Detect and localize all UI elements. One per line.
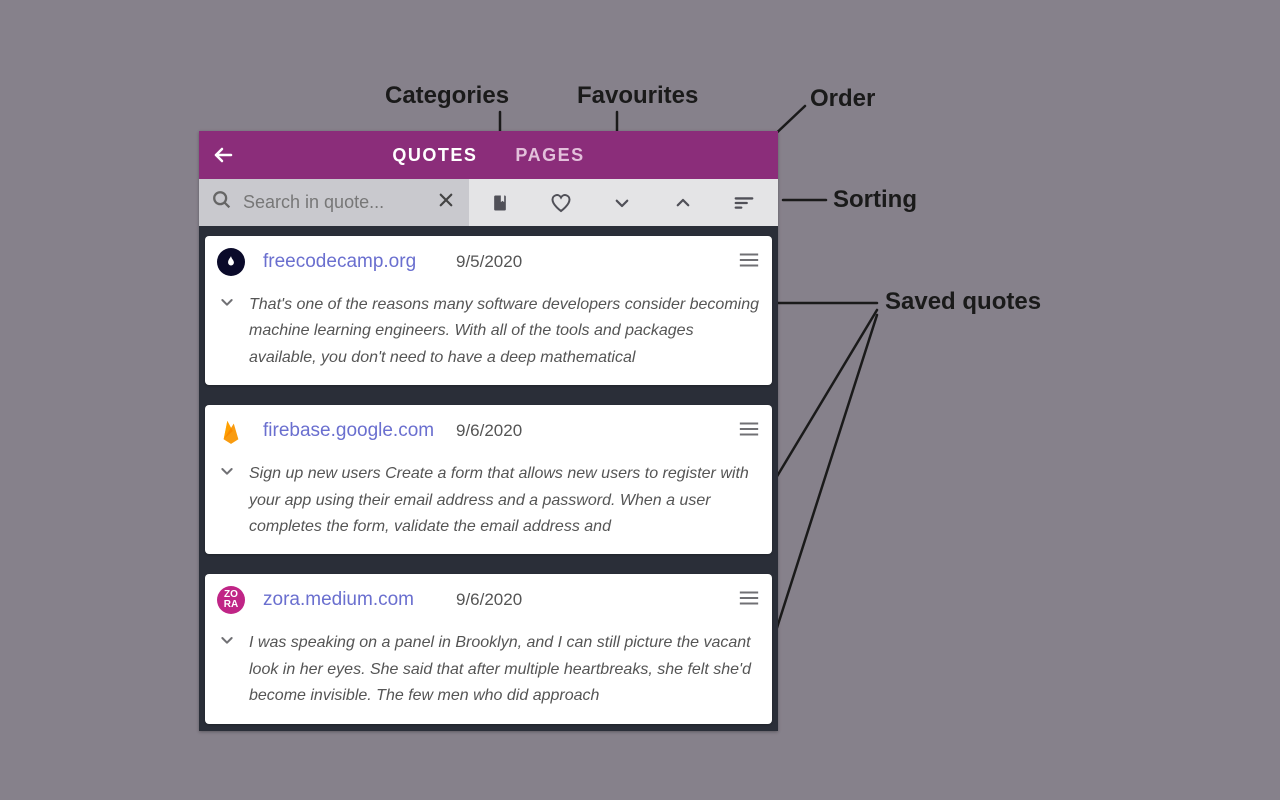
tab-bar: QUOTES PAGES (247, 145, 730, 166)
drag-handle[interactable] (738, 420, 760, 443)
card-body: I was speaking on a panel in Brooklyn, a… (217, 630, 760, 709)
quote-date: 9/5/2020 (456, 252, 522, 272)
annotation-order: Order (810, 85, 875, 113)
site-name: zora.medium.com (263, 589, 438, 611)
bookmark-icon (490, 193, 510, 213)
order-desc-button[interactable] (602, 183, 642, 223)
site-name: firebase.google.com (263, 420, 438, 442)
sorting-button[interactable] (724, 183, 764, 223)
site-favicon (217, 248, 245, 276)
chevron-up-icon (674, 194, 692, 212)
quotes-list: freecodecamp.org 9/5/2020 That's one of … (199, 226, 778, 731)
quote-text: Sign up new users Create a form that all… (249, 461, 760, 540)
drag-lines-icon (738, 251, 760, 269)
annotation-categories: Categories (385, 82, 509, 110)
quote-text: I was speaking on a panel in Brooklyn, a… (249, 630, 760, 709)
heart-icon (549, 191, 573, 215)
chevron-down-icon (613, 194, 631, 212)
app-panel: QUOTES PAGES Search in quote... (199, 131, 778, 731)
chevron-down-icon (219, 463, 235, 479)
card-header: ZORA zora.medium.com 9/6/2020 (217, 586, 760, 614)
categories-button[interactable] (480, 183, 520, 223)
expand-button[interactable] (219, 632, 239, 709)
toolbar: Search in quote... (199, 179, 778, 226)
firebase-icon (220, 417, 242, 445)
drag-handle[interactable] (738, 589, 760, 612)
annotation-saved-quotes: Saved quotes (885, 288, 1041, 316)
back-button[interactable] (199, 131, 247, 179)
card-header: freecodecamp.org 9/5/2020 (217, 248, 760, 276)
quote-card[interactable]: freecodecamp.org 9/5/2020 That's one of … (205, 236, 772, 385)
annotation-favourites: Favourites (577, 82, 698, 110)
drag-handle[interactable] (738, 251, 760, 274)
quote-card[interactable]: firebase.google.com 9/6/2020 Sign up new… (205, 405, 772, 554)
sort-icon (733, 192, 755, 214)
chevron-down-icon (219, 294, 235, 310)
top-bar: QUOTES PAGES (199, 131, 778, 179)
clear-search-button[interactable] (431, 185, 461, 220)
expand-button[interactable] (219, 294, 239, 371)
order-asc-button[interactable] (663, 183, 703, 223)
quote-date: 9/6/2020 (456, 590, 522, 610)
search-placeholder: Search in quote... (243, 192, 431, 213)
site-favicon (217, 417, 245, 445)
quote-text: That's one of the reasons many software … (249, 292, 760, 371)
arrow-left-icon (211, 143, 235, 167)
search-field[interactable]: Search in quote... (199, 179, 469, 226)
tab-pages[interactable]: PAGES (509, 145, 590, 166)
close-icon (437, 191, 455, 209)
search-icon (211, 189, 233, 216)
toolbar-actions (469, 179, 778, 226)
quote-date: 9/6/2020 (456, 421, 522, 441)
card-header: firebase.google.com 9/6/2020 (217, 417, 760, 445)
card-body: That's one of the reasons many software … (217, 292, 760, 371)
card-body: Sign up new users Create a form that all… (217, 461, 760, 540)
favourites-button[interactable] (541, 183, 581, 223)
drag-lines-icon (738, 420, 760, 438)
quote-card[interactable]: ZORA zora.medium.com 9/6/2020 I was spea… (205, 574, 772, 723)
site-favicon: ZORA (217, 586, 245, 614)
expand-button[interactable] (219, 463, 239, 540)
drag-lines-icon (738, 589, 760, 607)
chevron-down-icon (219, 632, 235, 648)
tab-quotes[interactable]: QUOTES (386, 145, 483, 166)
flame-icon (224, 254, 238, 270)
annotation-sorting: Sorting (833, 186, 917, 214)
site-name: freecodecamp.org (263, 251, 438, 273)
